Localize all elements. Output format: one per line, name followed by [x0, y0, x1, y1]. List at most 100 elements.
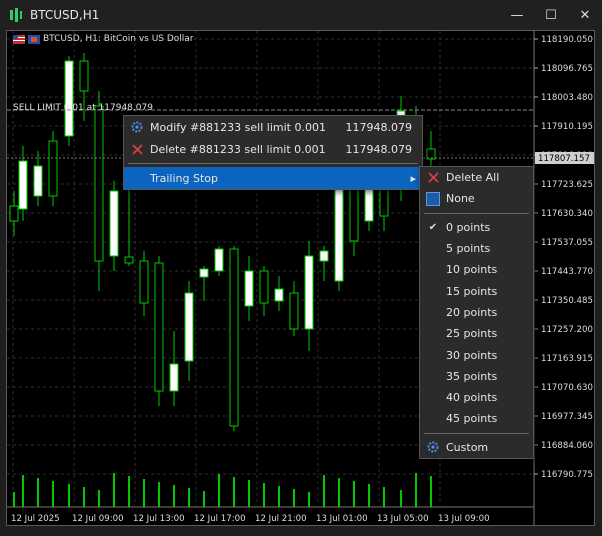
custom-item[interactable]: Custom — [420, 437, 533, 458]
candle-body — [274, 288, 284, 302]
delete-order-price: 117948.079 — [345, 142, 412, 156]
candle-body — [33, 165, 43, 197]
candle-body — [334, 188, 344, 282]
check-icon: ✔ — [428, 221, 438, 233]
candle-body — [229, 248, 239, 427]
delete-all-label: Delete All — [446, 171, 500, 185]
trailing-points-label: 35 points — [446, 369, 498, 383]
candle-body — [289, 292, 299, 330]
time-tick-label: 12 Jul 13:00 — [133, 514, 185, 524]
candle-body — [18, 160, 28, 210]
trailing-points-item[interactable]: 25 points — [420, 323, 533, 344]
flag-us-icon — [13, 34, 25, 44]
menu-separator — [128, 163, 418, 164]
candle-body — [259, 270, 269, 304]
trailing-points-label: 25 points — [446, 327, 498, 341]
maximize-button[interactable]: ☐ — [534, 0, 568, 30]
minimize-button[interactable]: — — [500, 0, 534, 30]
trailing-points-item[interactable]: 45 points — [420, 408, 533, 429]
price-tick-label: 118003.480 — [541, 93, 593, 103]
delete-x-icon — [131, 143, 143, 155]
chart-window-icon — [10, 8, 22, 22]
trailing-points-item[interactable]: 5 points — [420, 238, 533, 259]
price-tick-label: 117257.200 — [541, 325, 593, 335]
candle-body — [244, 270, 254, 307]
menu-separator — [424, 432, 529, 434]
price-tick-label: 117630.340 — [541, 209, 593, 219]
trailing-points-label: 30 points — [446, 348, 498, 362]
price-tick-label: 118096.765 — [541, 64, 593, 74]
time-tick-label: 12 Jul 2025 — [11, 514, 60, 524]
trailing-points-label: 45 points — [446, 412, 498, 426]
candle-body — [304, 255, 314, 330]
time-tick-label: 13 Jul 09:00 — [438, 514, 490, 524]
delete-all-item[interactable]: Delete All — [420, 167, 533, 188]
candle-body — [199, 268, 209, 278]
trailing-points-item[interactable]: 10 points — [420, 259, 533, 280]
gear-icon — [131, 121, 143, 133]
trailing-points-item[interactable]: 30 points — [420, 344, 533, 365]
custom-label: Custom — [446, 440, 489, 454]
none-item[interactable]: None — [420, 188, 533, 209]
trailing-stop-label: Trailing Stop — [150, 171, 218, 185]
price-tick-label: 117537.055 — [541, 238, 593, 248]
price-tick-label: 117070.630 — [541, 383, 593, 393]
time-tick-label: 13 Jul 01:00 — [316, 514, 368, 524]
trailing-points-label: 0 points — [446, 220, 491, 234]
bitcoin-icon — [28, 34, 40, 44]
window-title: BTCUSD,H1 — [30, 8, 100, 22]
candle-body — [94, 105, 104, 262]
price-tick-label: 117163.915 — [541, 354, 593, 364]
modify-order-item[interactable]: Modify #881233 sell limit 0.001 117948.0… — [124, 116, 422, 138]
sell-limit-label[interactable]: SELL LIMIT 0.01 at 117948.079 — [13, 103, 153, 113]
chart-header: BTCUSD, H1: BitCoin vs US Dollar — [13, 34, 194, 44]
menu-separator — [424, 212, 529, 214]
delete-x-icon — [427, 172, 439, 183]
trailing-points-label: 10 points — [446, 263, 498, 277]
modify-order-label: Modify #881233 sell limit 0.001 — [150, 120, 326, 134]
candle-body — [64, 60, 74, 137]
candle-body — [109, 190, 119, 257]
trailing-points-item[interactable]: 40 points — [420, 387, 533, 408]
modify-order-price: 117948.079 — [345, 120, 412, 134]
candle-body — [319, 250, 329, 262]
trailing-points-label: 5 points — [446, 242, 491, 256]
trailing-points-label: 20 points — [446, 305, 498, 319]
trailing-points-item[interactable]: 35 points — [420, 366, 533, 387]
candle-body — [9, 205, 19, 222]
submenu-arrow-icon: ▸ — [410, 171, 416, 185]
price-tick-label: 117910.195 — [541, 122, 593, 132]
trailing-points-item[interactable]: ✔ 0 points — [420, 217, 533, 238]
time-tick-label: 12 Jul 17:00 — [194, 514, 246, 524]
candle-body — [154, 262, 164, 392]
time-tick-label: 12 Jul 09:00 — [72, 514, 124, 524]
trailing-stop-submenu: Delete All None ✔ 0 points 5 points 10 poin… — [419, 166, 534, 459]
trailing-points-item[interactable]: 20 points — [420, 302, 533, 323]
price-tick-label: 116977.345 — [541, 412, 593, 422]
app-window: BTCUSD,H1 — ☐ ✕ 118190.050 118096.765 1180… — [0, 0, 602, 536]
candle-body — [214, 248, 224, 272]
current-price-label: 117807.157 — [538, 154, 590, 164]
candle-body — [184, 292, 194, 362]
price-tick-label: 118190.050 — [541, 35, 593, 45]
candle-body — [349, 180, 359, 242]
gear-icon — [427, 441, 439, 453]
price-tick-label: 117443.770 — [541, 267, 593, 277]
candle-body — [48, 140, 58, 197]
none-label: None — [446, 192, 475, 206]
candle-body — [124, 256, 134, 264]
time-tick-label: 12 Jul 21:00 — [255, 514, 307, 524]
delete-order-item[interactable]: Delete #881233 sell limit 0.001 117948.0… — [124, 138, 422, 160]
chart-header-text: BTCUSD, H1: BitCoin vs US Dollar — [43, 34, 194, 44]
trailing-stop-item[interactable]: Trailing Stop ▸ — [124, 167, 422, 189]
title-bar[interactable]: BTCUSD,H1 — ☐ ✕ — [0, 0, 602, 30]
price-tick-label: 117723.625 — [541, 180, 593, 190]
price-tick-label: 116790.775 — [541, 470, 593, 480]
order-context-menu: Modify #881233 sell limit 0.001 117948.0… — [123, 115, 423, 190]
trailing-points-item[interactable]: 15 points — [420, 280, 533, 301]
candle-body — [79, 60, 89, 92]
close-button[interactable]: ✕ — [568, 0, 602, 30]
trailing-points-label: 15 points — [446, 284, 498, 298]
time-tick-label: 13 Jul 05:00 — [377, 514, 429, 524]
none-square-icon — [426, 191, 440, 206]
